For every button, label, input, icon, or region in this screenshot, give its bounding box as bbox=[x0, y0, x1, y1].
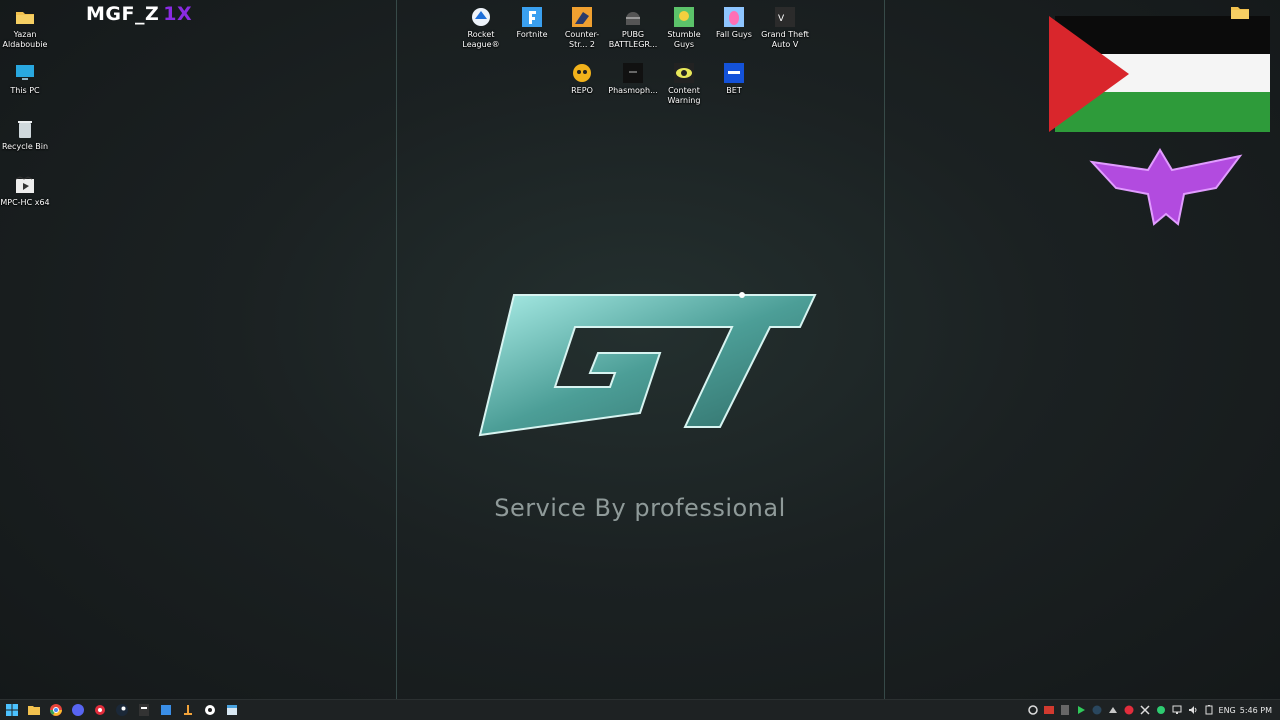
tray-green-dot-icon[interactable] bbox=[1155, 704, 1167, 716]
folder-icon bbox=[14, 6, 36, 28]
monitor-icon bbox=[14, 62, 36, 84]
window-app-icon bbox=[227, 705, 237, 715]
desktop-icon-label: Recycle Bin bbox=[1, 142, 49, 151]
taskbar-app-anchor[interactable] bbox=[179, 701, 197, 719]
desktop-icon-label: Content Warning bbox=[667, 86, 701, 105]
media-player-icon bbox=[14, 174, 36, 196]
counter-strike-icon bbox=[571, 6, 593, 28]
tray-overwatch-icon[interactable] bbox=[1027, 704, 1039, 716]
desktop-icon-stumble-guys[interactable]: Stumble Guys bbox=[659, 6, 709, 50]
tray-play-icon[interactable] bbox=[1075, 704, 1087, 716]
tray-steam-icon[interactable] bbox=[1091, 704, 1103, 716]
taskbar-app-window[interactable] bbox=[223, 701, 241, 719]
desktop-icon-fortnite[interactable]: Fortnite bbox=[507, 6, 557, 40]
discord-icon bbox=[72, 704, 84, 716]
gta-v-icon: V bbox=[774, 6, 796, 28]
desktop-icon-label: Fall Guys bbox=[716, 30, 752, 39]
repo-icon bbox=[571, 62, 593, 84]
wallpaper-tagline: Service By professional bbox=[494, 494, 786, 522]
desktop-icon-counter-strike[interactable]: Counter-Str... 2 bbox=[557, 6, 607, 50]
brand-accent-text: 1X bbox=[163, 3, 193, 25]
network-icon[interactable] bbox=[1171, 704, 1183, 716]
epic-games-icon bbox=[139, 704, 149, 716]
tray-red-circle-icon[interactable] bbox=[1123, 704, 1135, 716]
white-circle-app-icon bbox=[205, 705, 215, 715]
anchor-app-icon bbox=[184, 705, 192, 715]
wallpaper-divider-right bbox=[884, 0, 885, 700]
taskbar-app-circle[interactable] bbox=[201, 701, 219, 719]
rocket-league-icon bbox=[470, 6, 492, 28]
desktop-icon-label: REPO bbox=[571, 86, 593, 95]
start-button[interactable] bbox=[3, 701, 21, 719]
desktop-icon-rocket-league[interactable]: Rocket League® bbox=[456, 6, 506, 50]
tray-epic-icon[interactable] bbox=[1059, 704, 1071, 716]
system-tray: ENG 5:46 PM bbox=[1027, 704, 1272, 716]
brand-main-text: MGF_Z bbox=[86, 3, 160, 25]
taskbar-discord[interactable] bbox=[69, 701, 87, 719]
desktop-icon-mpc-hc[interactable]: MPC-HC x64 bbox=[0, 174, 50, 208]
desktop-icon-repo[interactable]: REPO bbox=[557, 62, 607, 96]
desktop-icon-label: Grand Theft Auto V bbox=[761, 30, 809, 49]
palestine-flag-image bbox=[1045, 12, 1275, 134]
chrome-icon bbox=[50, 704, 62, 716]
pubg-icon bbox=[622, 6, 644, 28]
windows-logo-icon bbox=[6, 704, 18, 716]
taskbar-pinned-apps bbox=[3, 701, 241, 719]
taskbar-file-explorer[interactable] bbox=[25, 701, 43, 719]
gt-logo bbox=[470, 285, 830, 445]
wallpaper-divider-left bbox=[396, 0, 397, 700]
desktop-icon-content-warning[interactable]: Content Warning bbox=[659, 62, 709, 106]
desktop-icon-bet[interactable]: BET bbox=[709, 62, 759, 96]
desktop-icon-label: Counter-Str... 2 bbox=[564, 30, 600, 49]
bet-icon bbox=[723, 62, 745, 84]
desktop-icon-phasmophobia[interactable]: Phasmoph... bbox=[608, 62, 658, 96]
desktop-icon-label: Phasmoph... bbox=[608, 86, 658, 95]
taskbar-steam[interactable] bbox=[113, 701, 131, 719]
blue-app-icon bbox=[161, 705, 171, 715]
tray-red-app-icon[interactable] bbox=[1043, 704, 1055, 716]
taskbar-chrome[interactable] bbox=[47, 701, 65, 719]
content-warning-icon bbox=[673, 62, 695, 84]
brand-watermark: MGF_Z 1X bbox=[86, 3, 192, 25]
fortnite-icon bbox=[521, 6, 543, 28]
desktop-icon-gta-v[interactable]: V Grand Theft Auto V bbox=[760, 6, 810, 50]
desktop-icon-this-pc[interactable]: This PC bbox=[0, 62, 50, 96]
recycle-bin-icon bbox=[14, 118, 36, 140]
desktop-icon-label: Yazan Aldaboubie bbox=[2, 30, 48, 49]
desktop-icon-label: MPC-HC x64 bbox=[0, 198, 50, 207]
red-circle-app-icon bbox=[95, 705, 105, 715]
taskbar-epic-games[interactable] bbox=[135, 701, 153, 719]
desktop-icon-pubg[interactable]: PUBG BATTLEGR... bbox=[608, 6, 658, 50]
desktop-icon-folder-right[interactable] bbox=[1230, 4, 1250, 24]
svg-text:V: V bbox=[778, 14, 785, 24]
desktop-icon-recycle-bin[interactable]: Recycle Bin bbox=[0, 118, 50, 152]
desktop-icon-label: BET bbox=[726, 86, 742, 95]
language-indicator[interactable]: ENG bbox=[1219, 706, 1236, 715]
taskbar-app-blue[interactable] bbox=[157, 701, 175, 719]
desktop-icon-label: PUBG BATTLEGR... bbox=[608, 30, 658, 49]
desktop-icon-user-folder[interactable]: Yazan Aldaboubie bbox=[0, 6, 50, 50]
tray-nvidia-icon[interactable] bbox=[1107, 704, 1119, 716]
clock-time[interactable]: 5:46 PM bbox=[1240, 706, 1272, 715]
taskbar-app-red[interactable] bbox=[91, 701, 109, 719]
purple-eagle-emblem bbox=[1088, 148, 1244, 228]
tray-tools-icon[interactable] bbox=[1139, 704, 1151, 716]
taskbar: ENG 5:46 PM bbox=[0, 699, 1280, 720]
file-explorer-icon bbox=[28, 706, 40, 715]
desktop-icon-label: This PC bbox=[10, 86, 40, 95]
folder-icon bbox=[1231, 7, 1249, 19]
desktop-icon-label: Stumble Guys bbox=[667, 30, 701, 49]
desktop-icon-label: Rocket League® bbox=[462, 30, 500, 49]
desktop-icon-label: Fortnite bbox=[516, 30, 548, 39]
steam-icon bbox=[116, 704, 128, 716]
volume-icon[interactable] bbox=[1187, 704, 1199, 716]
battery-icon[interactable] bbox=[1203, 704, 1215, 716]
phasmophobia-icon bbox=[622, 62, 644, 84]
fall-guys-icon bbox=[723, 6, 745, 28]
stumble-guys-icon bbox=[673, 6, 695, 28]
desktop-icon-fall-guys[interactable]: Fall Guys bbox=[709, 6, 759, 40]
